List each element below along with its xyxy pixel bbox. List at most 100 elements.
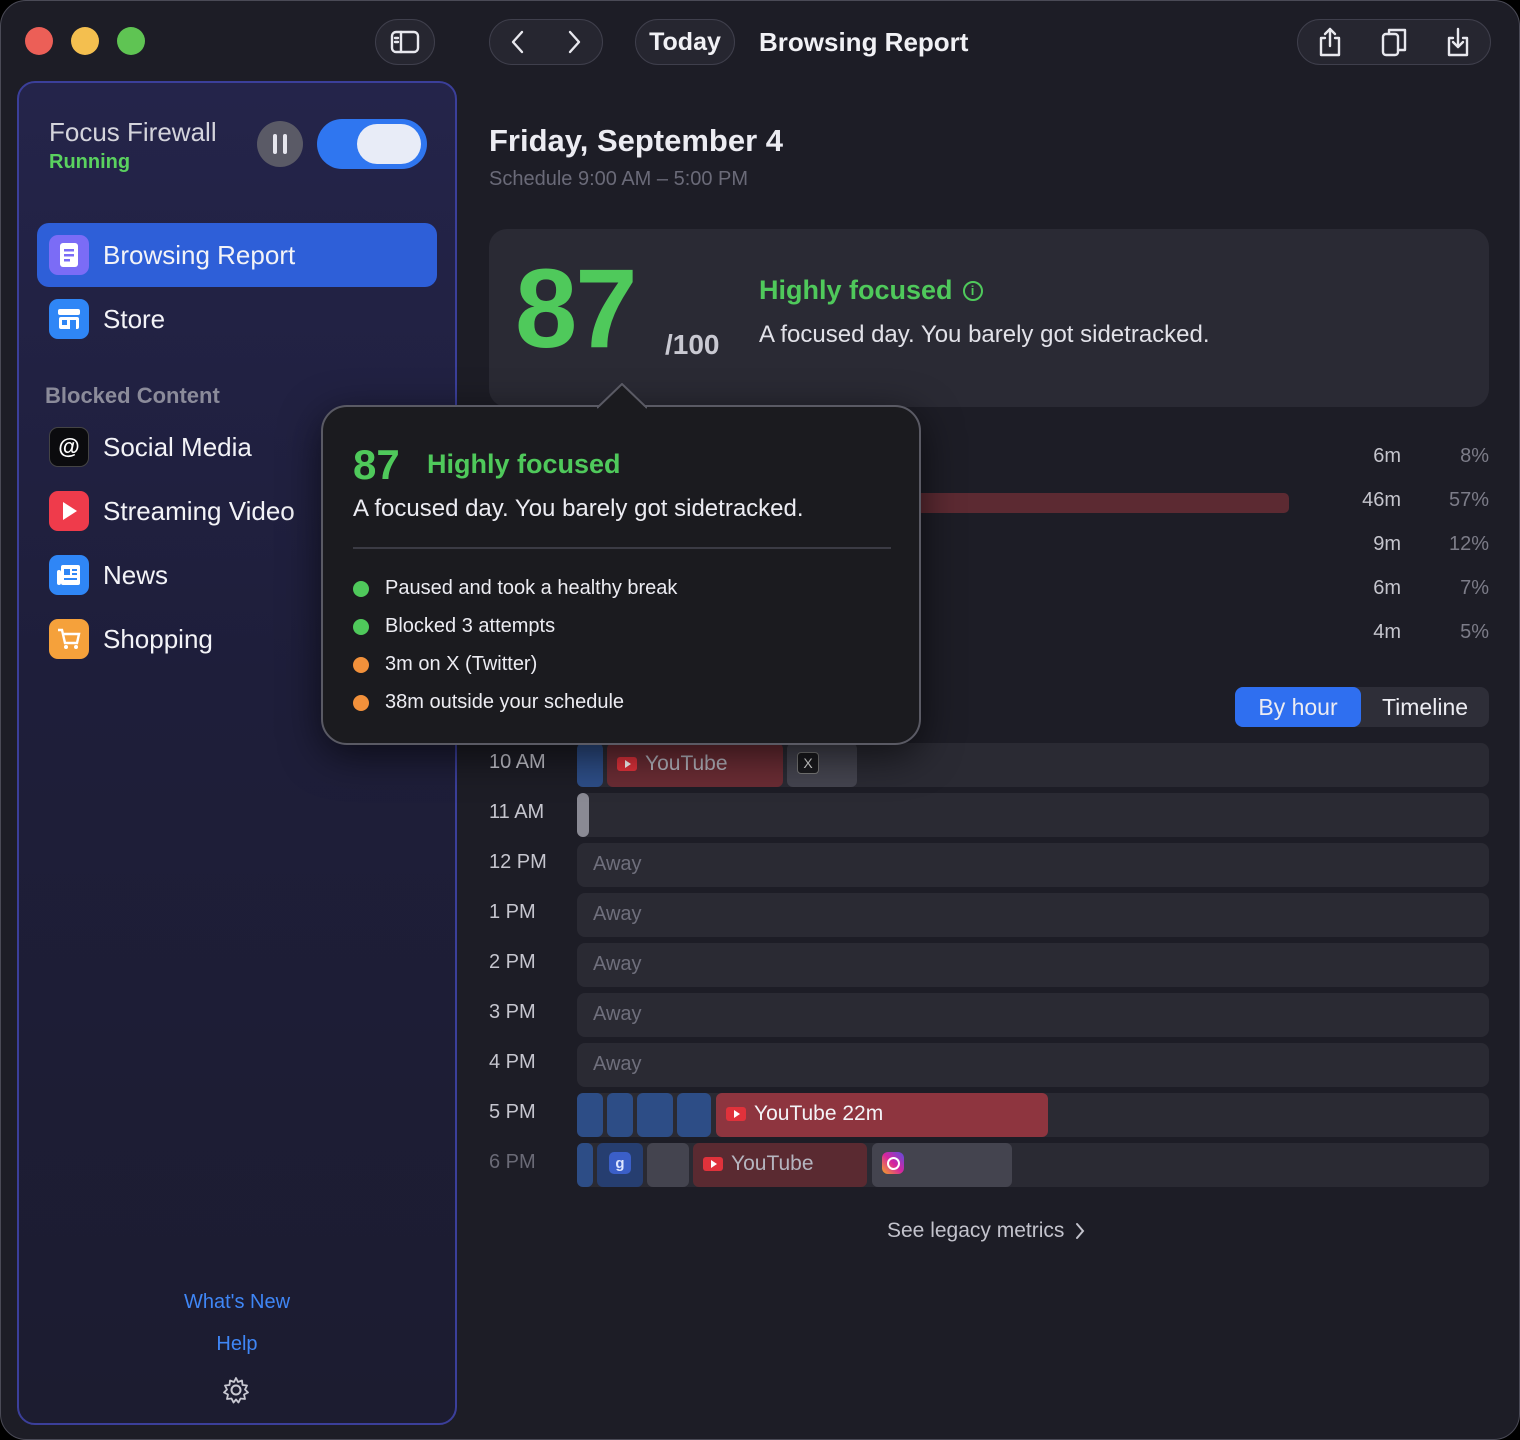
activity-block[interactable] [577, 793, 589, 837]
block-label: X [797, 752, 819, 774]
stat-row: 4m 5% [901, 621, 1491, 651]
sidebar-toggle-button[interactable] [375, 19, 435, 65]
stat-row: 46m 57% [901, 489, 1491, 519]
google-icon: g [609, 1152, 631, 1174]
close-window-button[interactable] [25, 27, 53, 55]
focus-block[interactable] [677, 1093, 711, 1137]
at-icon: @ [49, 427, 89, 467]
window-title: Browsing Report [759, 27, 969, 57]
focus-block[interactable] [577, 743, 603, 787]
focus-block[interactable] [607, 1093, 633, 1137]
copy-icon[interactable] [1380, 26, 1408, 58]
firewall-toggle[interactable] [317, 119, 427, 169]
today-button[interactable]: Today [635, 19, 735, 65]
focus-block[interactable] [637, 1093, 673, 1137]
hour-track: YouTube X [577, 743, 1489, 787]
app-name: Focus Firewall [49, 117, 217, 147]
score-heading: Highly focused i [759, 275, 983, 306]
popover-arrow [597, 383, 647, 409]
hour-row: 6 PM g YouTube [489, 1143, 1489, 1187]
legacy-metrics-link[interactable]: See legacy metrics [887, 1219, 1086, 1243]
stat-row: 9m 12% [901, 533, 1491, 563]
popover-item-text: 3m on X (Twitter) [385, 653, 538, 675]
x-block[interactable]: X [787, 743, 857, 787]
hour-track: Away [577, 843, 1489, 887]
help-link[interactable]: Help [19, 1333, 455, 1356]
activity-block[interactable] [647, 1143, 689, 1187]
orange-dot-icon [353, 656, 369, 673]
instagram-block[interactable] [872, 1143, 1012, 1187]
stat-duration: 6m [1373, 577, 1401, 599]
youtube-icon [703, 1157, 723, 1171]
stat-duration: 46m [1362, 489, 1401, 511]
hour-track: g YouTube [577, 1143, 1489, 1187]
info-icon[interactable]: i [962, 280, 983, 301]
stat-percent: 12% [1448, 533, 1489, 555]
away-label: Away [593, 853, 642, 875]
status-label: Running [49, 151, 131, 173]
popover-divider [353, 547, 891, 549]
stat-row: 6m 8% [901, 445, 1491, 475]
away-label: Away [593, 903, 642, 925]
instagram-icon [882, 1152, 904, 1174]
hour-label: 12 PM [489, 851, 547, 873]
gear-icon[interactable] [221, 1375, 251, 1410]
zoom-window-button[interactable] [117, 27, 145, 55]
youtube-block[interactable]: YouTube [693, 1143, 867, 1187]
nav-label: Store [103, 303, 166, 334]
play-icon [49, 491, 89, 531]
report-icon [49, 235, 89, 275]
nav-browsing-report[interactable]: Browsing Report [37, 223, 437, 287]
whats-new-link[interactable]: What's New [19, 1291, 455, 1314]
hour-label: 3 PM [489, 1001, 536, 1023]
stat-percent: 5% [1460, 621, 1489, 643]
youtube-block[interactable]: YouTube [607, 743, 783, 787]
nav-label: News [103, 559, 169, 590]
hour-label: 11 AM [489, 801, 545, 823]
hour-label: 1 PM [489, 901, 536, 923]
block-label-text: YouTube [731, 1152, 814, 1175]
score-max: /100 [665, 329, 720, 360]
nav-label: Streaming Video [103, 495, 295, 526]
app-window: Focus Firewall Running Browsing Report S… [0, 0, 1520, 1440]
hour-row: 4 PM Away [489, 1043, 1489, 1087]
hour-label: 2 PM [489, 951, 536, 973]
stat-percent: 7% [1460, 577, 1489, 599]
popover-item: 38m outside your schedule [353, 691, 624, 714]
chevron-right-icon [1076, 1223, 1085, 1239]
youtube-block[interactable]: YouTube 22m [716, 1093, 1048, 1137]
by-hour-tab[interactable]: By hour [1235, 687, 1361, 727]
stat-percent: 57% [1448, 489, 1489, 511]
away-label: Away [593, 953, 642, 975]
download-icon[interactable] [1445, 26, 1471, 58]
stat-bar [901, 493, 1289, 513]
google-block[interactable]: g [597, 1143, 643, 1187]
x-twitter-icon: X [797, 752, 819, 774]
hour-label: 10 AM [489, 751, 546, 773]
focus-block[interactable] [577, 1143, 593, 1187]
pause-button[interactable] [257, 121, 303, 167]
block-label-text: YouTube 22m [754, 1102, 884, 1125]
back-button[interactable] [510, 29, 526, 55]
hour-row: 12 PM Away [489, 843, 1489, 887]
stat-duration: 4m [1373, 621, 1401, 643]
hour-track: Away [577, 1043, 1489, 1087]
hour-label: 6 PM [489, 1151, 536, 1173]
block-label: g [609, 1152, 631, 1174]
news-icon [49, 555, 89, 595]
hour-track [577, 793, 1489, 837]
history-nav [489, 19, 603, 65]
schedule-label: Schedule 9:00 AM – 5:00 PM [489, 168, 749, 190]
away-label: Away [593, 1053, 642, 1075]
timeline-tab[interactable]: Timeline [1361, 687, 1489, 727]
hour-row: 1 PM Away [489, 893, 1489, 937]
minimize-window-button[interactable] [71, 27, 99, 55]
nav-store[interactable]: Store [37, 287, 437, 351]
focus-score: 87 [515, 246, 638, 371]
forward-button[interactable] [566, 29, 582, 55]
stat-percent: 8% [1460, 445, 1489, 467]
score-card[interactable]: 87 /100 Highly focused i A focused day. … [489, 229, 1489, 407]
hour-row: 5 PM YouTube 22m [489, 1093, 1489, 1137]
share-icon[interactable] [1317, 26, 1343, 58]
focus-block[interactable] [577, 1093, 603, 1137]
